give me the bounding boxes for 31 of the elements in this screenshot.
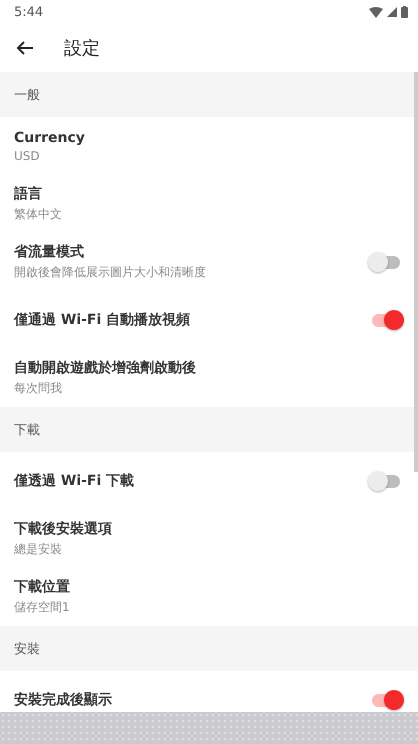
- item-subtitle: USD: [14, 148, 41, 162]
- item-title: 語言: [14, 185, 43, 203]
- item-title: 下載位置: [14, 578, 71, 596]
- settings-item[interactable]: 語言 繁体中文: [0, 175, 418, 233]
- signal-icon: [387, 7, 397, 17]
- settings-item[interactable]: 省流量模式 開啟後會降低展示圖片大小和清晰度: [0, 233, 418, 291]
- battery-icon: [401, 6, 408, 18]
- item-subtitle: 每次問我: [14, 380, 63, 397]
- item-subtitle: 總是安裝: [14, 541, 63, 558]
- settings-item[interactable]: 僅透過 Wi-Fi 下載: [0, 452, 418, 510]
- item-title: 省流量模式: [14, 243, 85, 261]
- page-title: 設定: [64, 37, 100, 60]
- wifi-icon: [369, 6, 383, 18]
- settings-item[interactable]: 安裝完成後顯示: [0, 671, 418, 712]
- back-arrow-icon: [16, 41, 34, 55]
- settings-item[interactable]: 下載後安裝選項 總是安裝: [0, 510, 418, 568]
- item-title: 僅透過 Wi-Fi 下載: [14, 472, 136, 490]
- item-subtitle: 儲存空間1: [14, 599, 71, 616]
- item-title: 下載後安裝選項: [14, 520, 113, 538]
- item-title: 自動開啟遊戲於增強劑啟動後: [14, 359, 197, 377]
- section-header: 安裝: [0, 626, 418, 671]
- item-title: 僅通過 Wi-Fi 自動播放視頻: [14, 311, 192, 329]
- item-title: 安裝完成後顯示: [14, 691, 113, 709]
- settings-item[interactable]: 下載位置 儲存空間1: [0, 568, 418, 626]
- item-subtitle: 繁体中文: [14, 206, 63, 223]
- settings-item[interactable]: Currency USD: [0, 117, 418, 175]
- settings-item[interactable]: 僅通過 Wi-Fi 自動播放視頻: [0, 291, 418, 349]
- settings-item[interactable]: 自動開啟遊戲於增強劑啟動後 每次問我: [0, 349, 418, 407]
- status-time: 5:44: [14, 4, 44, 20]
- item-title: Currency: [14, 130, 86, 146]
- item-subtitle: 開啟後會降低展示圖片大小和清晰度: [14, 264, 207, 281]
